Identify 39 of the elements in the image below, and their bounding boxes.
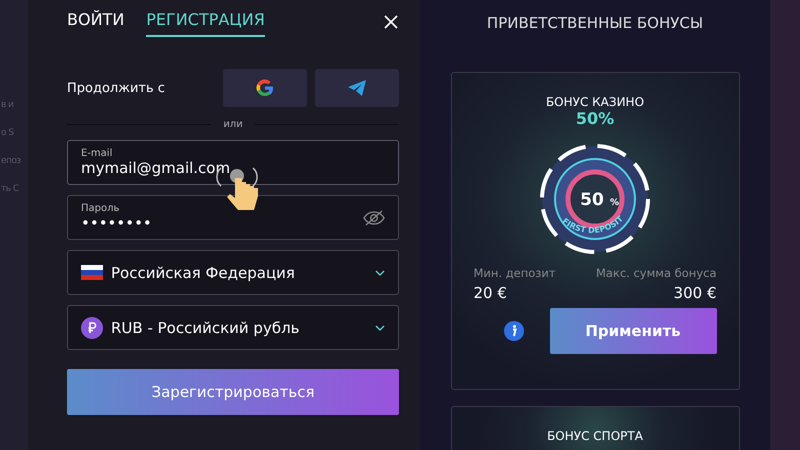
field-value: mymail@gmail.com xyxy=(81,159,232,177)
password-field[interactable]: Пароль •••••••• xyxy=(67,195,399,240)
field-label: Пароль xyxy=(81,203,120,214)
close-icon[interactable] xyxy=(383,14,399,30)
stat-value: 20 € xyxy=(474,284,507,302)
background-text: ть С xyxy=(1,184,20,194)
stat-value: 300 € xyxy=(674,284,716,302)
paper-plane-icon xyxy=(347,79,367,97)
chevron-down-icon xyxy=(375,324,385,330)
field-value: •••••••• xyxy=(81,214,153,232)
telegram-login-button[interactable] xyxy=(315,69,399,107)
bonuses-title: ПРИВЕТСТВЕННЫЕ БОНУСЫ xyxy=(486,14,704,32)
bonus-title: БОНУС СПОРТА xyxy=(547,429,643,443)
ruble-coin-icon xyxy=(81,316,103,338)
continue-with-label: Продолжить с xyxy=(67,80,166,96)
country-select[interactable]: Российская Федерация xyxy=(67,250,399,295)
currency-select[interactable]: RUB - Российский рубль xyxy=(67,305,399,350)
info-icon[interactable] xyxy=(504,321,524,341)
background-text: о S xyxy=(1,128,15,138)
select-value: RUB - Российский рубль xyxy=(111,318,301,336)
email-field[interactable]: E-mail mymail@gmail.com xyxy=(67,140,399,185)
or-divider-text: или xyxy=(223,119,243,130)
apply-button[interactable]: Применить xyxy=(550,308,716,354)
auth-tab[interactable]: ВОЙТИ xyxy=(67,10,124,37)
google-logo-icon xyxy=(255,78,275,98)
background-text: епоз xyxy=(1,156,22,166)
auth-tab[interactable]: РЕГИСТРАЦИЯ xyxy=(146,10,265,37)
background-text: в и xyxy=(1,100,15,110)
stat-label: Мин. депозит xyxy=(474,266,556,280)
select-value: Российская Федерация xyxy=(111,264,296,282)
eye-slash-icon[interactable] xyxy=(363,210,385,226)
stat-label: Макс. сумма бонуса xyxy=(596,266,716,280)
field-label: E-mail xyxy=(81,148,114,159)
flag-icon xyxy=(81,265,103,280)
chevron-down-icon xyxy=(375,270,385,276)
bonus-title: БОНУС КАЗИНО xyxy=(546,95,644,109)
google-login-button[interactable] xyxy=(223,69,307,107)
bonus-percent: 50% xyxy=(576,109,614,128)
register-button[interactable]: Зарегистрироваться xyxy=(67,369,399,415)
